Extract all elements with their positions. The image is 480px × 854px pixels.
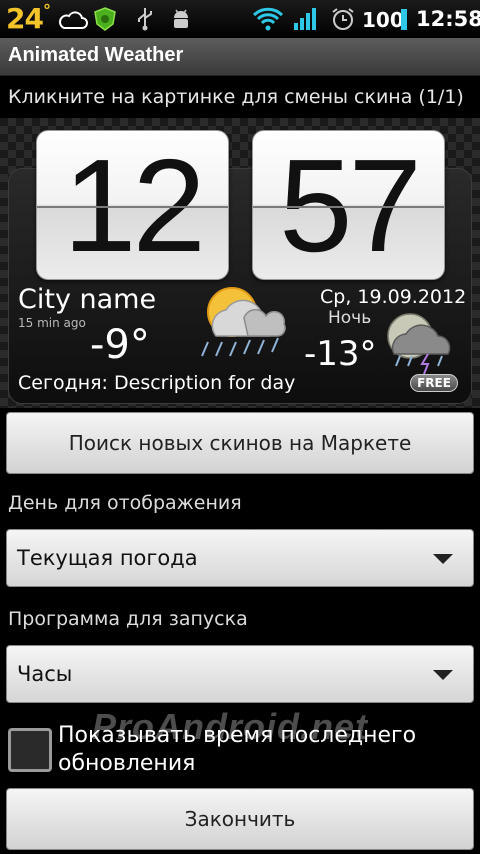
clock-minute: 57 [252,130,445,280]
finish-button[interactable]: Закончить [6,788,474,850]
night-storm-icon [387,313,451,375]
widget-date: Ср, 19.09.2012 [320,286,467,308]
chevron-down-icon [433,554,453,564]
launch-setting-label: Программа для запуска [8,608,248,630]
status-time: 12:58 [416,7,480,31]
night-temperature: -13° [304,334,377,374]
current-temperature: -9° [90,322,150,368]
chevron-down-icon [433,670,453,680]
night-label: Ночь [328,308,372,328]
today-description: Сегодня: Description for day [18,372,296,394]
skin-hint: Кликните на картинке для смены скина (1/… [8,86,464,108]
update-time: 15 min ago [18,316,86,330]
cloud-icon [59,11,88,29]
status-bar: 24° 100 12:58 [0,0,480,38]
usb-icon [138,8,152,31]
day-setting-value: Текущая погода [17,546,198,570]
title-bar: Animated Weather [0,38,480,76]
shield-icon [94,7,116,31]
show-update-time-label[interactable]: Показывать время последнего обновления [58,722,458,778]
signal-icon [294,8,316,30]
day-setting-select[interactable]: Текущая погода [6,529,474,587]
launch-setting-value: Часы [17,662,73,686]
alarm-icon [332,8,354,30]
battery-level: 100 [362,8,404,32]
launch-setting-select[interactable]: Часы [6,645,474,703]
search-skins-button[interactable]: Поиск новых скинов на Маркете [6,412,474,474]
show-update-time-checkbox[interactable] [8,728,52,772]
city-name: City name [18,284,157,315]
free-badge: FREE [410,374,458,392]
day-setting-label: День для отображения [8,492,242,514]
sun-rain-icon [201,287,286,357]
status-temperature: 24° [6,0,51,35]
wifi-icon [252,7,284,31]
android-debug-icon [174,9,188,28]
app-title: Animated Weather [8,44,184,66]
battery-icon [401,9,407,30]
clock-hour: 12 [36,130,229,280]
